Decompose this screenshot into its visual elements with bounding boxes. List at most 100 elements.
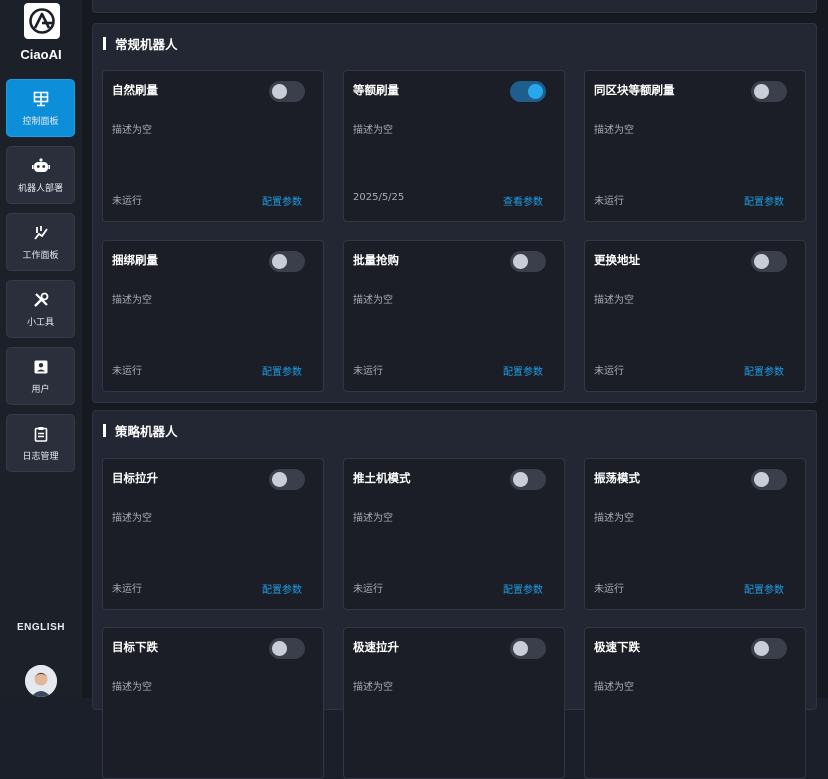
card-description: 描述为空 — [594, 125, 634, 136]
card-toggle[interactable] — [510, 251, 546, 272]
card-action-link[interactable]: 配置参数 — [744, 581, 784, 596]
robot-icon — [31, 157, 50, 175]
sidebar-item-dashboard[interactable]: 控制面板 — [6, 79, 75, 137]
toggle-knob — [754, 254, 769, 269]
card-status: 未运行 — [353, 584, 383, 595]
section-title: 常规机器人 — [103, 34, 178, 53]
toggle-knob — [754, 641, 769, 656]
robot-card[interactable]: 等额刷量 描述为空 2025/5/25 查看参数 — [343, 70, 565, 222]
sidebar-item-work-panel[interactable]: 工作面板 — [6, 213, 75, 271]
card-toggle[interactable] — [510, 469, 546, 490]
card-title: 捆绑刷量 — [112, 253, 158, 267]
card-toggle[interactable] — [269, 81, 305, 102]
robot-card[interactable]: 极速下跌 描述为空 — [584, 627, 806, 779]
sidebar-item-label: 小工具 — [26, 317, 54, 328]
work-panel-icon — [32, 224, 50, 242]
robot-card[interactable]: 捆绑刷量 描述为空 未运行 配置参数 — [102, 240, 324, 392]
card-status: 未运行 — [112, 366, 142, 377]
robot-card[interactable]: 目标下跌 描述为空 — [102, 627, 324, 779]
card-description: 描述为空 — [112, 125, 152, 136]
toggle-knob — [513, 641, 528, 656]
card-description: 描述为空 — [112, 682, 152, 693]
sidebar-item-label: 工作面板 — [22, 250, 59, 261]
section-title-text: 常规机器人 — [115, 37, 178, 52]
robot-card[interactable]: 推土机模式 描述为空 未运行 配置参数 — [343, 458, 565, 610]
card-toggle[interactable] — [751, 251, 787, 272]
sidebar-item-users[interactable]: 用户 — [6, 347, 75, 405]
card-action-link[interactable]: 配置参数 — [262, 363, 302, 378]
sidebar-item-tools[interactable]: 小工具 — [6, 280, 75, 338]
robot-card[interactable]: 批量抢购 描述为空 未运行 配置参数 — [343, 240, 565, 392]
section-title-text: 策略机器人 — [115, 424, 178, 439]
card-title: 目标拉升 — [112, 471, 158, 485]
card-toggle[interactable] — [510, 638, 546, 659]
card-status: 2025/5/25 — [353, 192, 405, 203]
section-marker — [103, 424, 106, 437]
sidebar-item-robot-deploy[interactable]: 机器人部署 — [6, 146, 75, 204]
language-switch[interactable]: ENGLISH — [0, 622, 82, 633]
card-title: 更换地址 — [594, 253, 640, 267]
card-toggle[interactable] — [269, 469, 305, 490]
card-action-link[interactable]: 配置参数 — [744, 193, 784, 208]
card-description: 描述为空 — [594, 513, 634, 524]
card-action-link[interactable]: 配置参数 — [503, 581, 543, 596]
robot-card[interactable]: 更换地址 描述为空 未运行 配置参数 — [584, 240, 806, 392]
section-title: 策略机器人 — [103, 421, 178, 440]
sidebar-item-label: 控制面板 — [22, 116, 59, 127]
toggle-knob — [528, 84, 543, 99]
card-toggle[interactable] — [751, 469, 787, 490]
card-description: 描述为空 — [353, 682, 393, 693]
clipboard-icon — [32, 425, 50, 443]
card-title: 批量抢购 — [353, 253, 399, 267]
section-marker — [103, 37, 106, 50]
brand-logo-icon[interactable] — [24, 3, 60, 39]
sidebar-item-logs[interactable]: 日志管理 — [6, 414, 75, 472]
robot-card[interactable]: 目标拉升 描述为空 未运行 配置参数 — [102, 458, 324, 610]
card-description: 描述为空 — [353, 295, 393, 306]
robot-card[interactable]: 同区块等额刷量 描述为空 未运行 配置参数 — [584, 70, 806, 222]
card-toggle[interactable] — [751, 81, 787, 102]
toggle-knob — [513, 254, 528, 269]
card-action-link[interactable]: 查看参数 — [503, 193, 543, 208]
card-status: 未运行 — [594, 196, 624, 207]
card-action-link[interactable]: 配置参数 — [262, 581, 302, 596]
card-status: 未运行 — [594, 366, 624, 377]
card-title: 振荡模式 — [594, 471, 640, 485]
user-icon — [32, 358, 50, 376]
toggle-knob — [272, 84, 287, 99]
card-description: 描述为空 — [353, 513, 393, 524]
card-description: 描述为空 — [353, 125, 393, 136]
card-toggle[interactable] — [269, 251, 305, 272]
card-description: 描述为空 — [594, 682, 634, 693]
card-description: 描述为空 — [112, 295, 152, 306]
card-title: 推土机模式 — [353, 471, 411, 485]
sidebar-item-label: 日志管理 — [22, 451, 59, 462]
sidebar: CiaoAI 控制面板 机器人部署 工作面板 小工具 用户 日志管理 ENGLI… — [0, 0, 82, 698]
robot-card[interactable]: 振荡模式 描述为空 未运行 配置参数 — [584, 458, 806, 610]
card-action-link[interactable]: 配置参数 — [262, 193, 302, 208]
card-title: 同区块等额刷量 — [594, 83, 675, 97]
card-action-link[interactable]: 配置参数 — [503, 363, 543, 378]
avatar[interactable] — [25, 665, 57, 697]
toggle-knob — [272, 641, 287, 656]
dashboard-icon — [32, 90, 50, 108]
card-toggle[interactable] — [751, 638, 787, 659]
tools-icon — [32, 291, 50, 309]
top-panel — [92, 0, 817, 13]
card-action-link[interactable]: 配置参数 — [744, 363, 784, 378]
card-title: 极速拉升 — [353, 640, 399, 654]
section-regular-robots: 常规机器人 自然刷量 描述为空 未运行 配置参数 等额刷量 描述为空 2025/… — [92, 23, 817, 403]
robot-card[interactable]: 极速拉升 描述为空 — [343, 627, 565, 779]
sidebar-item-label: 机器人部署 — [17, 183, 63, 194]
card-toggle[interactable] — [269, 638, 305, 659]
section-strategy-robots: 策略机器人 目标拉升 描述为空 未运行 配置参数 推土机模式 描述为空 未运行 … — [92, 410, 817, 779]
card-status: 未运行 — [353, 366, 383, 377]
card-title: 自然刷量 — [112, 83, 158, 97]
toggle-knob — [272, 254, 287, 269]
toggle-knob — [513, 472, 528, 487]
robot-card[interactable]: 自然刷量 描述为空 未运行 配置参数 — [102, 70, 324, 222]
card-description: 描述为空 — [594, 295, 634, 306]
card-title: 等额刷量 — [353, 83, 399, 97]
toggle-knob — [272, 472, 287, 487]
card-toggle[interactable] — [510, 81, 546, 102]
